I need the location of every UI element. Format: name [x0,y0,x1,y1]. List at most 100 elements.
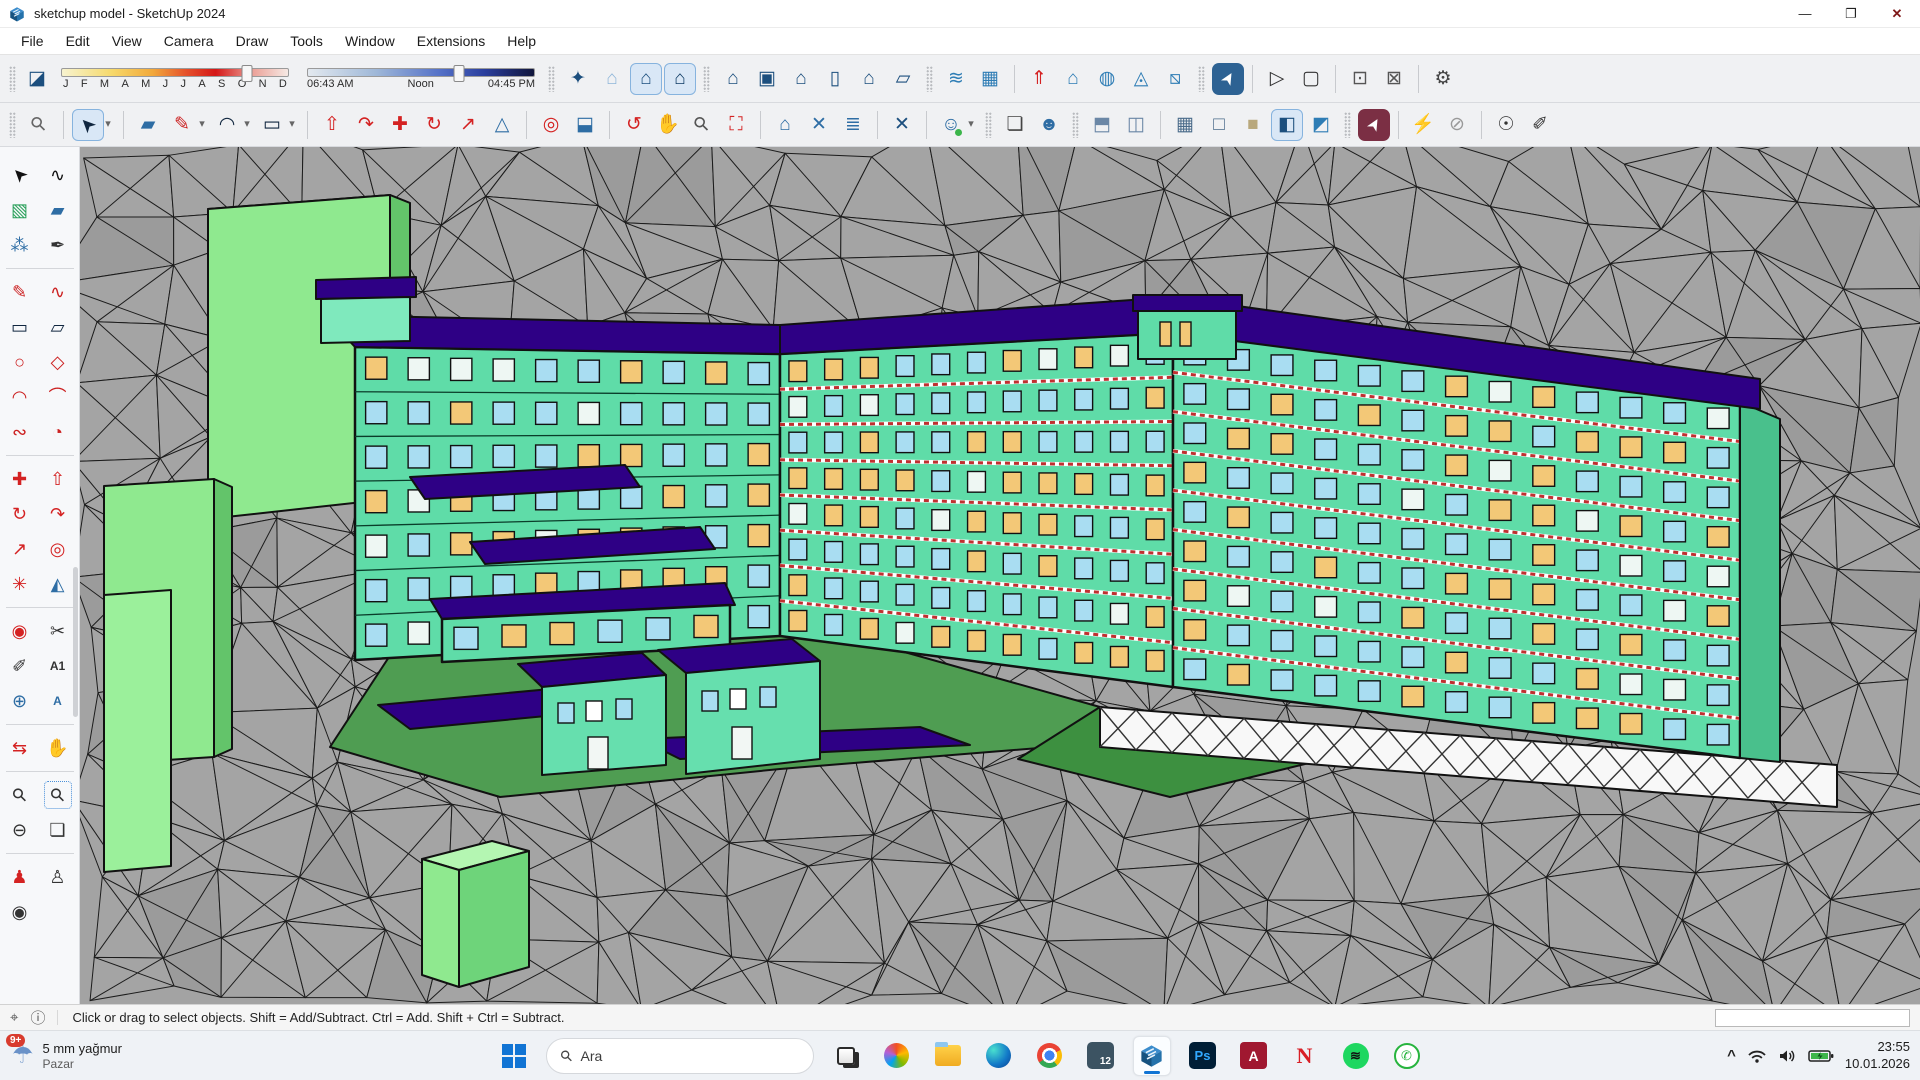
walk-icon[interactable]: ♙ [42,861,74,893]
pie-icon[interactable]: ◔ [42,416,74,448]
tape-measure-icon[interactable]: △ [486,109,518,141]
wifi-icon[interactable] [1747,1048,1767,1064]
from-scratch-icon[interactable]: ▦ [974,63,1006,95]
taskbar-clock[interactable]: 23:55 10.01.2026 [1845,1039,1910,1073]
select-dropdown-icon[interactable]: ▾ [101,109,115,141]
minimize-button[interactable]: — [1782,0,1828,27]
select-arrow-icon[interactable]: ➤ [4,159,36,191]
toolbar-grip[interactable] [548,66,555,92]
eraser-tool-icon[interactable]: ▰ [42,194,74,226]
geolocation-status-icon[interactable]: ⌖ [10,1009,18,1026]
copilot-icon[interactable] [878,1036,916,1076]
back-edges-style-icon[interactable]: ⬒ [1086,109,1118,141]
north-compass-icon[interactable]: ✦ [562,63,594,95]
zoom-window-icon[interactable]: ⚲ [42,779,74,811]
extension-cursor-icon[interactable]: ➤ [1212,63,1244,95]
time-slider-track[interactable] [307,68,535,77]
back-view-icon[interactable]: ⌂ [853,63,885,95]
measurements-input[interactable] [1715,1009,1910,1027]
month-slider-handle[interactable] [242,65,253,82]
toolbar-grip[interactable] [1344,112,1351,138]
follow-me-tool-icon[interactable]: ↷ [42,498,74,530]
arc-tool-icon[interactable]: ◠ [4,381,36,413]
push-pull-tool-icon[interactable]: ⇧ [42,463,74,495]
account-avatar-icon[interactable]: ☺ [935,109,967,141]
zoom-extents-icon[interactable]: ⛶ [720,109,752,141]
record-camera-icon[interactable]: ⊡ [1344,63,1376,95]
menu-window[interactable]: Window [334,30,406,52]
remove-camera-icon[interactable]: ⊠ [1378,63,1410,95]
game-icon[interactable]: 12 [1082,1036,1120,1076]
component-house-icon[interactable]: ⌂ [769,109,801,141]
circle-tool-icon[interactable]: ○ [4,346,36,378]
chrome-icon[interactable] [1031,1036,1069,1076]
stylus-icon[interactable]: ✐ [1524,109,1556,141]
components-icon[interactable]: ⁂ [4,229,36,261]
tray-expand-icon[interactable]: ^ [1727,1047,1736,1064]
pencil-dropdown-icon[interactable]: ▾ [195,109,209,141]
rotated-rectangle-icon[interactable]: ▱ [42,311,74,343]
settings-gear-icon[interactable]: ⚙ [1427,63,1459,95]
zoom-tool-icon[interactable]: ⚲ [4,779,36,811]
maximize-button[interactable]: ❐ [1828,0,1874,27]
whatsapp-icon[interactable]: ✆ [1388,1036,1426,1076]
layers-stack-icon[interactable]: ≣ [837,109,869,141]
left-view-icon[interactable]: ▱ [887,63,919,95]
new-file-icon[interactable]: ❏ [999,109,1031,141]
geo-location-icon[interactable]: ◉ [4,615,36,647]
eraser-icon[interactable]: ▰ [132,109,164,141]
select-tool-icon[interactable]: ➤ [72,109,104,141]
rectangle-dropdown-icon[interactable]: ▾ [285,109,299,141]
follow-me-icon[interactable]: ↷ [350,109,382,141]
rectangle-icon[interactable]: ▭ [256,109,288,141]
previous-view-icon[interactable]: ❏ [42,814,74,846]
textured-style-icon[interactable]: ◧ [1271,109,1303,141]
menu-extensions[interactable]: Extensions [406,30,496,52]
marker-pen-icon[interactable]: ✐ [4,650,36,682]
extension-cursor-2-icon[interactable]: ➤ [1358,109,1390,141]
menu-edit[interactable]: Edit [55,30,101,52]
toolbar-grip[interactable] [9,66,16,92]
dimension-text-icon[interactable]: A1 [42,650,74,682]
play-animation-icon[interactable]: ▷ [1261,63,1293,95]
menu-camera[interactable]: Camera [153,30,225,52]
shadows-on-faces-icon[interactable]: ⌂ [630,63,662,95]
hidden-line-style-icon[interactable]: □ [1203,109,1235,141]
zoom-selection-icon[interactable]: ⚲ [23,109,55,141]
arc-icon[interactable]: ◠ [211,109,243,141]
position-camera-icon[interactable]: ♟ [4,861,36,893]
menu-tools[interactable]: Tools [279,30,334,52]
section-swap-icon[interactable]: ⇆ [4,732,36,764]
toggle-shadows-icon[interactable]: ◪ [21,63,53,95]
rotate-icon[interactable]: ↻ [418,109,450,141]
xray-style-icon[interactable]: ◫ [1120,109,1152,141]
pencil-icon[interactable]: ✎ [166,109,198,141]
shadows-on-ground-icon[interactable]: ⌂ [664,63,696,95]
xray-house-icon[interactable]: ⌂ [596,63,628,95]
polygon-tool-icon[interactable]: ◇ [42,346,74,378]
push-pull-icon[interactable]: ⇧ [316,109,348,141]
zoom-icon[interactable]: ⚲ [686,109,718,141]
light-bulb-icon[interactable]: ☉ [1490,109,1522,141]
lightning-icon[interactable]: ⚡ [1407,109,1439,141]
toolbar-grip[interactable] [9,112,16,138]
bezier-icon[interactable]: ∾ [4,416,36,448]
task-view-icon[interactable] [827,1036,865,1076]
pan-icon[interactable]: ✋ [652,109,684,141]
monochrome-style-icon[interactable]: ◩ [1305,109,1337,141]
toolbar-grip[interactable] [985,112,992,138]
swap-components-icon[interactable]: ✕ [803,109,835,141]
scale-icon[interactable]: ↗ [452,109,484,141]
iso-view-icon[interactable]: ⌂ [717,63,749,95]
arc-dropdown-icon[interactable]: ▾ [240,109,254,141]
move-tool-icon[interactable]: ✚ [4,463,36,495]
intersect-icon[interactable]: ✳ [4,568,36,600]
offset-icon[interactable]: ◎ [535,109,567,141]
info-status-icon[interactable]: ⓘ [30,1007,45,1028]
spline-icon[interactable]: ∿ [42,276,74,308]
toolbar-grip[interactable] [1198,66,1205,92]
knife-icon[interactable]: ✒ [42,229,74,261]
file-explorer-icon[interactable] [929,1036,967,1076]
mirror-icon[interactable]: ◭ [42,568,74,600]
battery-charging-icon[interactable] [1808,1048,1834,1064]
